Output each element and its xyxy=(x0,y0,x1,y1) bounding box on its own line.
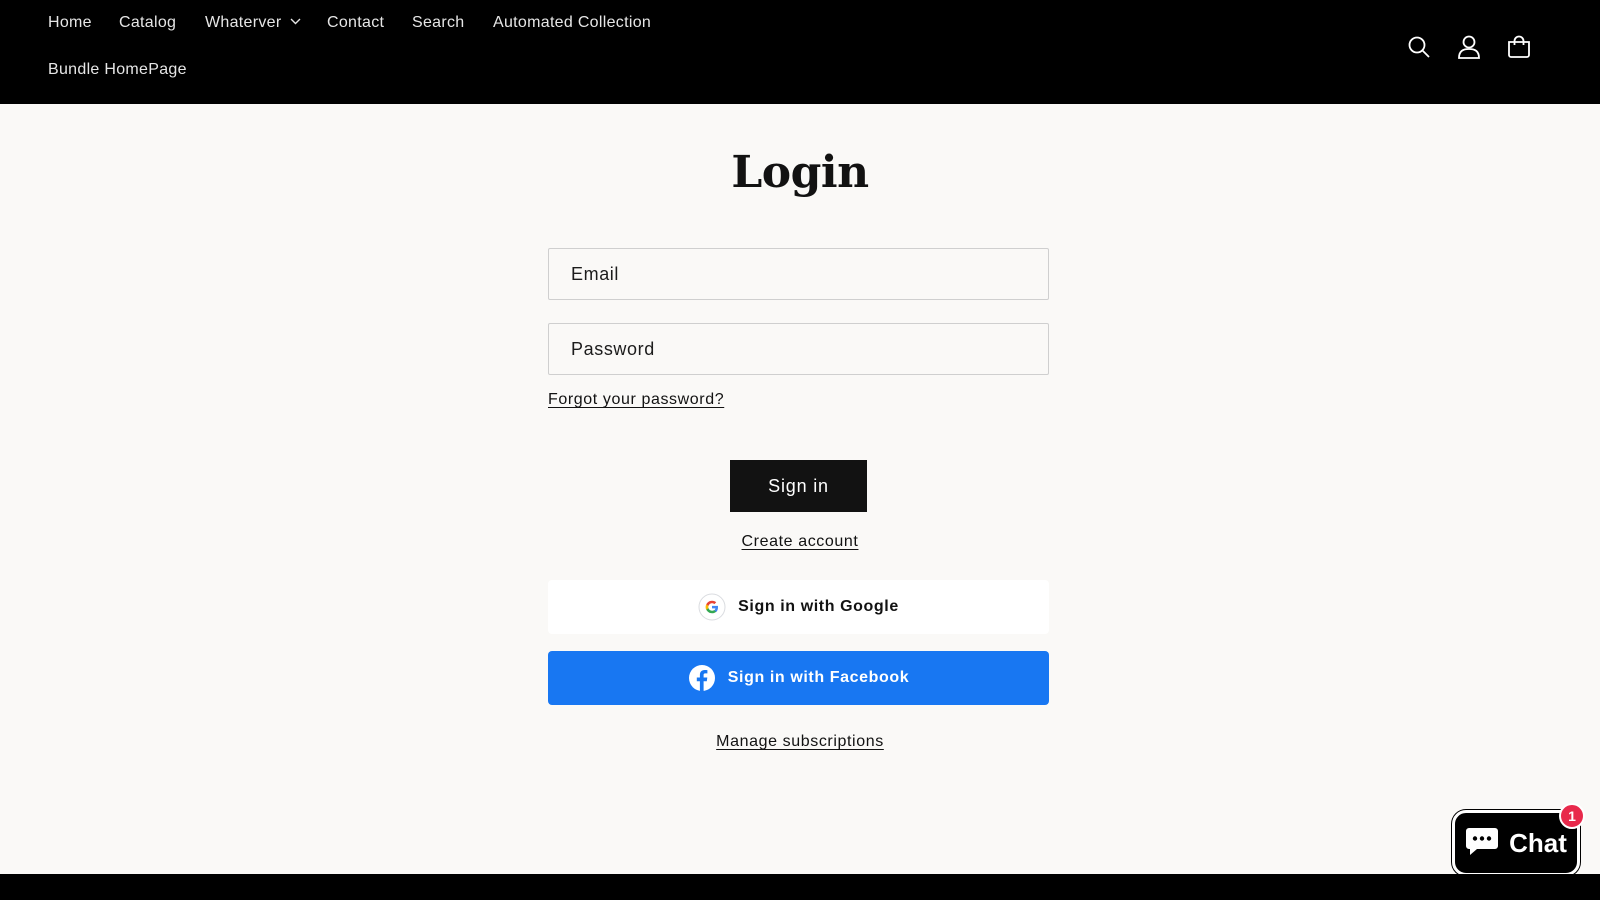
nav-whaterver[interactable]: Whaterver xyxy=(205,13,301,33)
nav-search[interactable]: Search xyxy=(412,13,465,33)
chevron-down-icon xyxy=(290,11,301,31)
footer-bar xyxy=(0,874,1600,900)
sign-in-button[interactable]: Sign in xyxy=(730,460,867,512)
facebook-icon xyxy=(688,664,716,692)
search-icon[interactable] xyxy=(1402,30,1436,64)
main-nav: Home Catalog Whaterver Contact Search Au… xyxy=(48,0,1348,104)
manage-subscriptions-link[interactable]: Manage subscriptions xyxy=(716,733,884,750)
google-sign-in-button[interactable]: Sign in with Google xyxy=(548,580,1049,634)
google-icon xyxy=(698,593,726,621)
google-sign-in-label: Sign in with Google xyxy=(738,598,899,615)
manage-subscriptions-container: Manage subscriptions xyxy=(0,733,1600,751)
nav-contact[interactable]: Contact xyxy=(327,13,384,33)
email-field-wrapper xyxy=(548,248,1049,300)
nav-whaterver-label: Whaterver xyxy=(205,14,282,32)
chat-button[interactable]: Chat 1 xyxy=(1452,803,1585,876)
cart-icon[interactable] xyxy=(1502,30,1536,64)
chat-bubble-icon xyxy=(1465,826,1499,861)
password-field-wrapper xyxy=(548,323,1049,375)
page-title: Login xyxy=(731,147,869,198)
chat-label: Chat xyxy=(1509,827,1567,858)
create-account-container: Create account xyxy=(0,533,1600,551)
site-header: Home Catalog Whaterver Contact Search Au… xyxy=(0,0,1600,104)
header-icons xyxy=(1402,30,1552,64)
create-account-link[interactable]: Create account xyxy=(742,533,859,550)
login-main: Login Forgot your password? Sign in Crea… xyxy=(0,104,1600,874)
email-field[interactable] xyxy=(549,249,1048,299)
forgot-password-link[interactable]: Forgot your password? xyxy=(548,391,724,409)
account-icon[interactable] xyxy=(1452,30,1486,64)
chat-notification-badge: 1 xyxy=(1559,803,1585,829)
nav-bundle-homepage[interactable]: Bundle HomePage xyxy=(48,60,187,80)
nav-automated-collection[interactable]: Automated Collection xyxy=(493,13,651,33)
facebook-sign-in-button[interactable]: Sign in with Facebook xyxy=(548,651,1049,705)
nav-catalog[interactable]: Catalog xyxy=(119,13,176,33)
facebook-sign-in-label: Sign in with Facebook xyxy=(727,669,910,686)
password-field[interactable] xyxy=(549,324,1048,374)
nav-home[interactable]: Home xyxy=(48,13,92,33)
